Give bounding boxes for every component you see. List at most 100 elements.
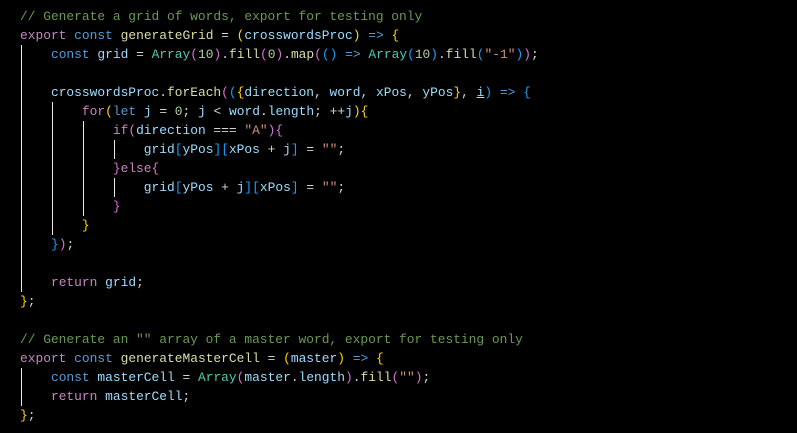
code-line[interactable]: export const generateGrid = (crosswordsP… xyxy=(20,26,399,45)
code-token: } xyxy=(112,161,121,176)
code-token: = xyxy=(213,28,237,43)
code-token: } xyxy=(453,85,462,100)
code-token: ( xyxy=(283,351,291,366)
code-token: yPos xyxy=(182,180,214,195)
code-token: ; ++ xyxy=(314,104,346,119)
code-token: crosswordsProc xyxy=(244,28,353,43)
code-token: ] xyxy=(290,180,299,195)
code-token: Array xyxy=(151,47,191,62)
code-token: < xyxy=(205,104,229,119)
code-token: for xyxy=(81,104,106,119)
code-line[interactable]: return grid; xyxy=(20,273,144,292)
code-token: ) xyxy=(345,370,353,385)
code-token: const xyxy=(50,370,90,385)
code-token: ( xyxy=(190,47,198,62)
code-editor[interactable]: // Generate a grid of words, export for … xyxy=(0,0,797,433)
code-token: } xyxy=(81,218,90,233)
code-token: } xyxy=(112,199,121,214)
code-line[interactable]: const masterCell = Array(master.length).… xyxy=(20,368,430,387)
code-token: + xyxy=(213,180,237,195)
code-line[interactable]: } xyxy=(20,197,121,216)
code-token: . xyxy=(159,85,168,100)
code-token: ( xyxy=(228,85,237,100)
code-line[interactable]: for(let j = 0; j < word.length; ++j){ xyxy=(20,102,368,121)
code-line[interactable]: grid[yPos][xPos + j] = ""; xyxy=(20,140,345,159)
code-token: if xyxy=(112,123,129,138)
code-line[interactable]: crosswordsProc.forEach(({direction, word… xyxy=(20,83,531,102)
code-token: ; xyxy=(66,237,75,252)
code-token: ; xyxy=(182,104,199,119)
code-token: [ xyxy=(252,180,260,195)
code-token: grid xyxy=(97,47,129,62)
code-token: ( xyxy=(314,47,322,62)
code-token: ) xyxy=(352,104,361,119)
code-line[interactable]: if(direction === "A"){ xyxy=(20,121,283,140)
code-token: grid xyxy=(143,142,175,157)
code-token: ) xyxy=(484,85,493,100)
code-token: xPos xyxy=(259,180,291,195)
code-line[interactable]: export const generateMasterCell = (maste… xyxy=(20,349,384,368)
code-line[interactable]: const grid = Array(10).fill(0).map(() =>… xyxy=(20,45,539,64)
code-token: ] xyxy=(290,142,299,157)
code-token: generateGrid xyxy=(120,28,214,43)
code-token: { xyxy=(375,351,384,366)
code-token: + xyxy=(259,142,284,157)
code-token: { xyxy=(523,85,531,100)
code-token: { xyxy=(391,28,400,43)
code-line[interactable]: }else{ xyxy=(20,159,159,178)
code-token: "A" xyxy=(244,123,268,138)
code-line[interactable]: // Generate a grid of words, export for … xyxy=(20,7,422,26)
code-token: . xyxy=(259,104,268,119)
code-line[interactable]: // Generate an "" array of a master word… xyxy=(20,330,523,349)
code-token: grid xyxy=(143,180,175,195)
code-token: direction xyxy=(136,123,206,138)
code-token: ( xyxy=(221,85,229,100)
code-token: master xyxy=(244,370,291,385)
code-token: ( xyxy=(407,47,415,62)
code-token: return xyxy=(50,275,98,290)
code-line[interactable]: }); xyxy=(20,235,74,254)
code-token: fill xyxy=(445,47,477,62)
code-token: crosswordsProc xyxy=(50,85,160,100)
code-token: j xyxy=(283,142,291,157)
code-line[interactable]: return masterCell; xyxy=(20,387,190,406)
code-token: ( xyxy=(105,104,113,119)
code-token: j xyxy=(198,104,206,119)
code-token: yPos xyxy=(182,142,214,157)
code-token: const xyxy=(74,351,113,366)
code-line[interactable]: } xyxy=(20,216,90,235)
code-token: let xyxy=(112,104,137,119)
code-token: . xyxy=(283,47,291,62)
code-token: Array xyxy=(368,47,408,62)
code-token: map xyxy=(290,47,315,62)
code-token: ( xyxy=(128,123,137,138)
code-line[interactable]: }; xyxy=(20,292,36,311)
code-token: fill xyxy=(360,370,392,385)
code-token: length xyxy=(298,370,345,385)
code-token: Array xyxy=(197,370,237,385)
code-token: ; xyxy=(337,142,346,157)
code-token: { xyxy=(275,123,284,138)
code-token: , xyxy=(406,85,423,100)
code-token: ] xyxy=(244,180,253,195)
code-token: = xyxy=(174,370,198,385)
code-token: fill xyxy=(228,47,260,62)
code-line[interactable]: }; xyxy=(20,406,36,425)
code-token: . xyxy=(221,47,229,62)
code-token: "" xyxy=(321,180,338,195)
code-token: ( xyxy=(259,47,268,62)
code-token: => xyxy=(345,47,361,62)
code-token: . xyxy=(438,47,446,62)
code-token: direction xyxy=(244,85,315,100)
code-line[interactable]: grid[yPos + j][xPos] = ""; xyxy=(20,178,345,197)
code-token: ; xyxy=(182,389,191,404)
code-token: ; xyxy=(530,47,539,62)
